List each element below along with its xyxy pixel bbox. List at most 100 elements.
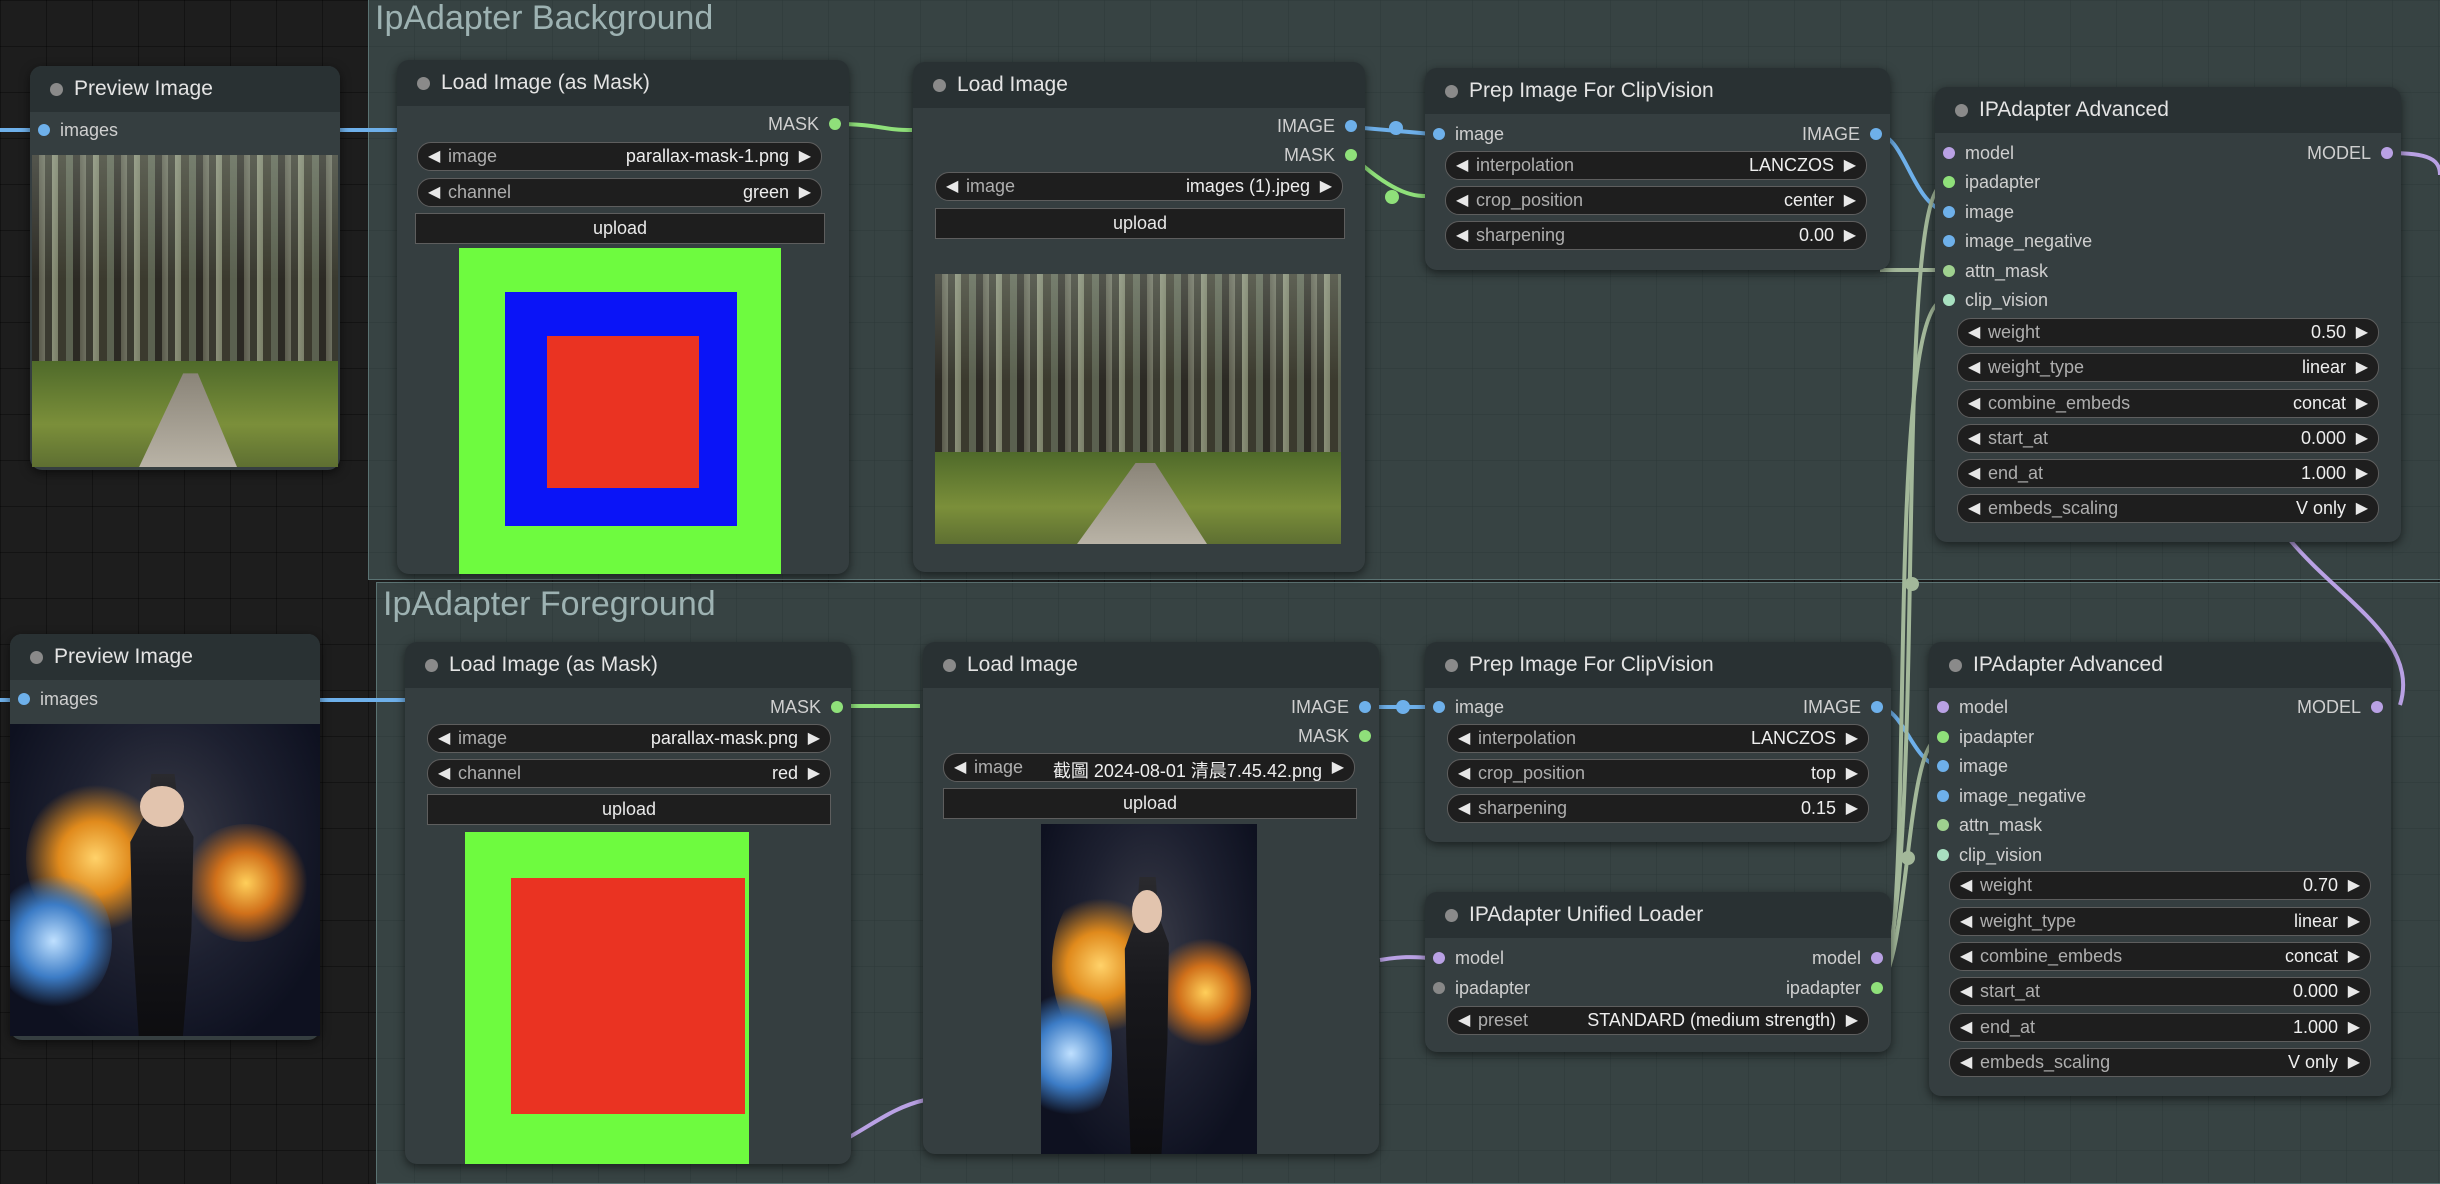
input-slot-attn-mask[interactable]: attn_mask [1937,815,2042,837]
next-arrow-icon[interactable]: ▶ [799,146,811,166]
slot-dot[interactable] [1943,294,1955,306]
input-slot-image[interactable]: image [1433,124,1504,146]
output-slot-mask[interactable]: MASK [768,114,841,136]
output-slot-image[interactable]: IMAGE [1277,116,1357,138]
slot-dot[interactable] [1937,849,1949,861]
output-slot-ipadapter[interactable]: ipadapter [1786,978,1883,1000]
prev-arrow-icon[interactable]: ◀ [1458,728,1470,748]
next-arrow-icon[interactable]: ▶ [2356,393,2368,413]
node-header[interactable]: Prep Image For ClipVision [1425,642,1891,688]
node-header[interactable]: IPAdapter Advanced [1935,87,2401,133]
collapse-dot[interactable] [943,659,956,672]
input-slot-clip-vision[interactable]: clip_vision [1943,290,2048,312]
weight-number[interactable]: ◀ weight 0.70 ▶ [1949,871,2371,900]
crop-position-combo[interactable]: ◀ crop_position top ▶ [1447,759,1869,788]
node-header[interactable]: Prep Image For ClipVision [1425,68,1890,114]
next-arrow-icon[interactable]: ▶ [808,728,820,748]
slot-dot[interactable] [1937,760,1949,772]
input-slot-image-negative[interactable]: image_negative [1943,231,2092,253]
prev-arrow-icon[interactable]: ◀ [1960,911,1972,931]
slot-dot[interactable] [1359,730,1371,742]
prev-arrow-icon[interactable]: ◀ [1960,946,1972,966]
slot-dot[interactable] [1871,982,1883,994]
next-arrow-icon[interactable]: ▶ [1846,798,1858,818]
collapse-dot[interactable] [1445,85,1458,98]
next-arrow-icon[interactable]: ▶ [1846,728,1858,748]
next-arrow-icon[interactable]: ▶ [2348,946,2360,966]
prev-arrow-icon[interactable]: ◀ [946,176,958,196]
weight-number[interactable]: ◀ weight 0.50 ▶ [1957,318,2379,347]
embeds-scaling-combo[interactable]: ◀ embeds_scaling V only ▶ [1957,494,2379,523]
slot-dot[interactable] [38,124,50,136]
node-header[interactable]: Preview Image [30,66,340,112]
slot-dot[interactable] [1943,206,1955,218]
next-arrow-icon[interactable]: ▶ [1844,225,1856,245]
next-arrow-icon[interactable]: ▶ [1320,176,1332,196]
node-prep-clipvision-bg[interactable]: Prep Image For ClipVision image IMAGE ◀ … [1425,68,1890,270]
slot-dot[interactable] [829,118,841,130]
collapse-dot[interactable] [933,79,946,92]
node-load-image-fg[interactable]: Load Image IMAGE MASK ◀ image 截圖 2024-08… [923,642,1379,1154]
slot-dot[interactable] [1871,952,1883,964]
slot-dot[interactable] [1943,147,1955,159]
prev-arrow-icon[interactable]: ◀ [438,763,450,783]
output-slot-model[interactable]: model [1812,948,1883,970]
slot-dot[interactable] [1870,128,1882,140]
prev-arrow-icon[interactable]: ◀ [1960,1017,1972,1037]
prev-arrow-icon[interactable]: ◀ [1960,875,1972,895]
output-slot-mask[interactable]: MASK [1284,145,1357,167]
node-header[interactable]: Load Image [923,642,1379,688]
slot-dot[interactable] [1937,819,1949,831]
next-arrow-icon[interactable]: ▶ [2348,981,2360,1001]
prev-arrow-icon[interactable]: ◀ [1456,155,1468,175]
prev-arrow-icon[interactable]: ◀ [1456,225,1468,245]
upload-button[interactable]: upload [427,794,831,825]
prev-arrow-icon[interactable]: ◀ [1968,357,1980,377]
node-load-image-mask-fg[interactable]: Load Image (as Mask) MASK ◀ image parall… [405,642,851,1164]
prev-arrow-icon[interactable]: ◀ [1458,763,1470,783]
slot-dot[interactable] [1943,176,1955,188]
preset-combo[interactable]: ◀ preset STANDARD (medium strength) ▶ [1447,1006,1869,1035]
end-at-number[interactable]: ◀ end_at 1.000 ▶ [1949,1013,2371,1042]
next-arrow-icon[interactable]: ▶ [2348,1052,2360,1072]
collapse-dot[interactable] [1949,659,1962,672]
slot-dot[interactable] [1433,701,1445,713]
node-preview-image-bg[interactable]: Preview Image images [30,66,340,470]
input-slot-image[interactable]: image [1943,202,2014,224]
combine-embeds-combo[interactable]: ◀ combine_embeds concat ▶ [1957,389,2379,418]
next-arrow-icon[interactable]: ▶ [2356,322,2368,342]
output-slot-model[interactable]: MODEL [2307,143,2393,165]
next-arrow-icon[interactable]: ▶ [2348,875,2360,895]
input-slot-images[interactable]: images [18,689,98,711]
weight-type-combo[interactable]: ◀ weight_type linear ▶ [1957,353,2379,382]
start-at-number[interactable]: ◀ start_at 0.000 ▶ [1949,977,2371,1006]
next-arrow-icon[interactable]: ▶ [1844,190,1856,210]
node-load-image-bg[interactable]: Load Image IMAGE MASK ◀ image images (1)… [913,62,1365,572]
collapse-dot[interactable] [1445,659,1458,672]
combine-embeds-combo[interactable]: ◀ combine_embeds concat ▶ [1949,942,2371,971]
prev-arrow-icon[interactable]: ◀ [1968,428,1980,448]
interpolation-combo[interactable]: ◀ interpolation LANCZOS ▶ [1445,151,1867,180]
slot-dot[interactable] [1359,701,1371,713]
slot-dot[interactable] [1937,731,1949,743]
upload-button[interactable]: upload [935,208,1345,239]
next-arrow-icon[interactable]: ▶ [1846,1010,1858,1030]
next-arrow-icon[interactable]: ▶ [2356,498,2368,518]
image-combo[interactable]: ◀ image 截圖 2024-08-01 清晨7.45.42.png ▶ [943,753,1355,782]
input-slot-model[interactable]: model [1433,948,1504,970]
image-combo[interactable]: ◀ image images (1).jpeg ▶ [935,172,1343,201]
input-slot-ipadapter[interactable]: ipadapter [1943,172,2040,194]
prev-arrow-icon[interactable]: ◀ [1960,1052,1972,1072]
prev-arrow-icon[interactable]: ◀ [428,182,440,202]
weight-type-combo[interactable]: ◀ weight_type linear ▶ [1949,907,2371,936]
prev-arrow-icon[interactable]: ◀ [428,146,440,166]
node-header[interactable]: Load Image (as Mask) [405,642,851,688]
next-arrow-icon[interactable]: ▶ [1846,763,1858,783]
slot-dot[interactable] [1345,149,1357,161]
crop-position-combo[interactable]: ◀ crop_position center ▶ [1445,186,1867,215]
prev-arrow-icon[interactable]: ◀ [1960,981,1972,1001]
output-slot-mask[interactable]: MASK [1298,726,1371,748]
input-slot-images[interactable]: images [38,120,118,142]
sharpening-number[interactable]: ◀ sharpening 0.00 ▶ [1445,221,1867,250]
upload-button[interactable]: upload [415,213,825,244]
